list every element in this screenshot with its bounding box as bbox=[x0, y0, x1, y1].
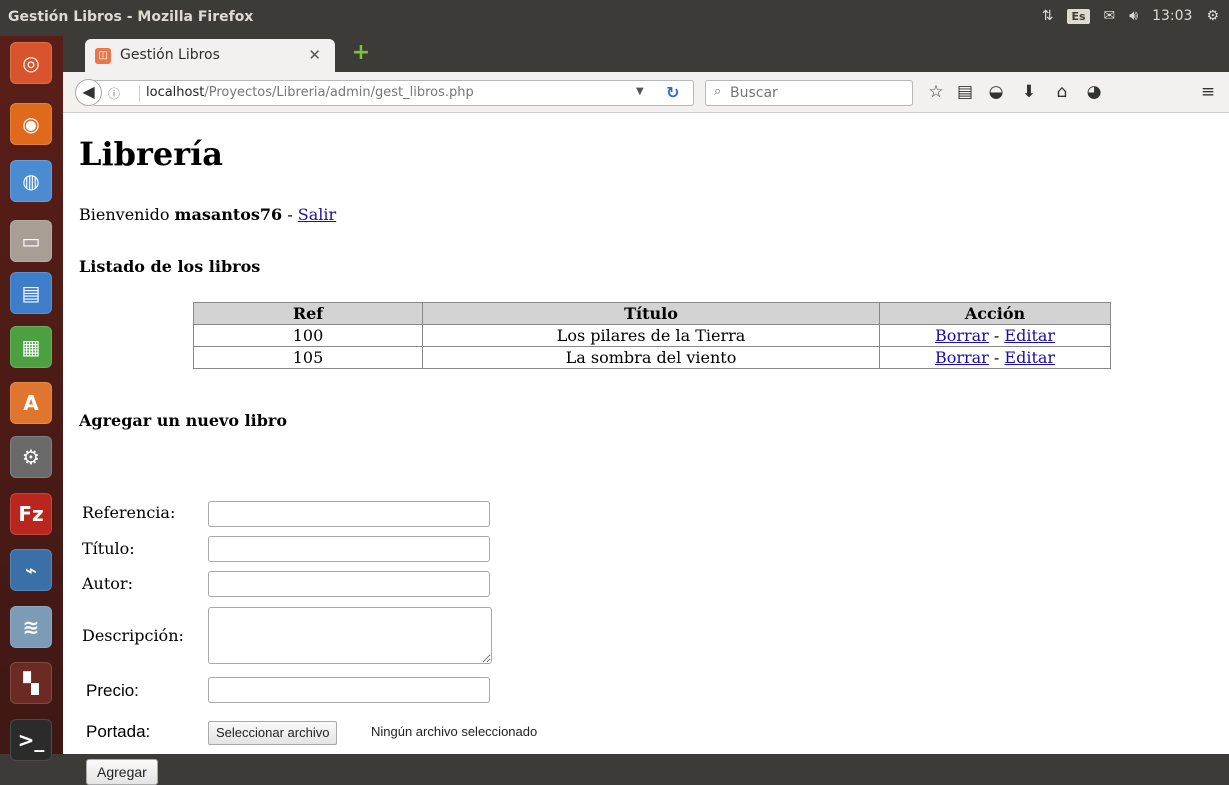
mail-icon[interactable]: ✉ bbox=[1104, 8, 1116, 24]
search-bar[interactable]: ⌕ bbox=[705, 80, 913, 106]
launcher: ◎ ◉ ◍ ▭ ▤ ▦ A ⚙ Fz ⌁ ≋ ▚ >_ bbox=[0, 36, 63, 761]
search-icon: ⌕ bbox=[714, 84, 722, 99]
delete-link[interactable]: Borrar bbox=[935, 326, 989, 345]
home-icon[interactable]: ⌂ bbox=[1050, 80, 1074, 104]
description-label: Descripción: bbox=[82, 626, 184, 645]
add-book-button[interactable]: Agregar bbox=[86, 759, 158, 785]
cell-actions: Borrar - Editar bbox=[879, 324, 1111, 347]
username: masantos76 bbox=[174, 205, 283, 224]
price-label: Precio: bbox=[86, 681, 139, 700]
table-header-row: Ref Título Acción bbox=[193, 302, 1111, 325]
url-text[interactable]: localhost/Proyectos/Libreria/admin/gest_… bbox=[146, 85, 474, 100]
reading-list-icon[interactable]: ▤ bbox=[953, 80, 977, 104]
menu-icon[interactable]: ≡ bbox=[1196, 80, 1220, 104]
choose-file-button[interactable]: Seleccionar archivo bbox=[208, 721, 338, 745]
header-title: Título bbox=[422, 302, 880, 325]
navigation-bar: ⓘ localhost/Proyectos/Libreria/admin/ges… bbox=[63, 72, 1229, 113]
welcome-text: Bienvenido bbox=[79, 205, 170, 224]
back-arrow-icon: ◀ bbox=[82, 82, 95, 101]
edit-link[interactable]: Editar bbox=[1004, 326, 1055, 345]
cover-label: Portada: bbox=[86, 722, 151, 741]
terminal-icon[interactable]: >_ bbox=[10, 719, 52, 761]
bookmark-star-icon[interactable]: ☆ bbox=[924, 80, 948, 104]
page-favicon-icon: ◫ bbox=[95, 48, 111, 64]
chat-icon[interactable]: ◕ bbox=[1082, 80, 1106, 104]
close-tab-icon[interactable]: ✕ bbox=[308, 46, 321, 64]
url-path: /Proyectos/Libreria/admin/gest_libros.ph… bbox=[204, 85, 474, 100]
cell-title: La sombra del viento bbox=[422, 346, 880, 369]
chromium-icon[interactable]: ◍ bbox=[10, 160, 52, 202]
delete-link[interactable]: Borrar bbox=[935, 348, 989, 367]
clock[interactable]: 13:03 bbox=[1152, 8, 1192, 24]
url-separator bbox=[139, 85, 140, 102]
action-separator: - bbox=[993, 348, 1000, 367]
table-row: 105 La sombra del viento Borrar - Editar bbox=[193, 346, 1111, 369]
books-table: Ref Título Acción 100 Los pilares de la … bbox=[193, 302, 1111, 369]
tab-bar: ◫ Gestión Libros ✕ + bbox=[63, 36, 1229, 72]
top-panel: Gestión Libros - Mozilla Firefox ⇅ Es ✉ … bbox=[0, 0, 1229, 36]
new-tab-icon[interactable]: + bbox=[351, 42, 371, 64]
header-action: Acción bbox=[879, 302, 1111, 325]
tab-gestion-libros[interactable]: ◫ Gestión Libros ✕ bbox=[85, 39, 335, 72]
tab-title: Gestión Libros bbox=[120, 47, 220, 63]
search-input[interactable] bbox=[730, 84, 906, 102]
page-title: Librería bbox=[79, 135, 223, 173]
welcome-line: Bienvenido masantos76 - Salir bbox=[79, 205, 336, 224]
window-title: Gestión Libros - Mozilla Firefox bbox=[8, 9, 254, 25]
cell-actions: Borrar - Editar bbox=[879, 346, 1111, 369]
pocket-icon[interactable]: ◒ bbox=[984, 80, 1008, 104]
url-bar[interactable]: ⓘ localhost/Proyectos/Libreria/admin/ges… bbox=[94, 80, 694, 106]
back-button[interactable]: ◀ bbox=[75, 79, 102, 106]
cell-title: Los pilares de la Tierra bbox=[422, 324, 880, 347]
list-heading: Listado de los libros bbox=[79, 257, 261, 276]
cell-ref: 100 bbox=[193, 324, 423, 347]
indicator-area: ⇅ Es ✉ 🔊︎ 13:03 ⚙ bbox=[1042, 8, 1219, 24]
filezilla-icon[interactable]: Fz bbox=[10, 493, 52, 535]
mysql-workbench-icon[interactable]: ≋ bbox=[10, 606, 52, 648]
header-ref: Ref bbox=[193, 302, 423, 325]
page-content: Librería Bienvenido masantos76 - Salir L… bbox=[63, 114, 1229, 785]
keyboard-layout-indicator[interactable]: Es bbox=[1067, 8, 1090, 24]
browser-window: ◫ Gestión Libros ✕ + ⓘ localhost/Proyect… bbox=[63, 36, 1229, 785]
edit-link[interactable]: Editar bbox=[1004, 348, 1055, 367]
action-separator: - bbox=[993, 326, 1000, 345]
writer-icon[interactable]: ▤ bbox=[10, 272, 52, 314]
downloads-icon[interactable]: ⬇ bbox=[1017, 80, 1041, 104]
title-input[interactable] bbox=[208, 536, 490, 562]
table-row: 100 Los pilares de la Tierra Borrar - Ed… bbox=[193, 324, 1111, 347]
url-dropdown-icon[interactable]: ▼ bbox=[636, 86, 644, 97]
ref-label: Referencia: bbox=[82, 503, 176, 522]
price-input[interactable] bbox=[208, 677, 490, 703]
firefox-icon[interactable]: ◉ bbox=[10, 103, 52, 145]
files-icon[interactable]: ▭ bbox=[10, 220, 52, 262]
volume-icon[interactable]: 🔊︎ bbox=[1129, 8, 1138, 24]
system-gear-icon[interactable]: ⚙ bbox=[1206, 8, 1219, 24]
description-textarea[interactable] bbox=[208, 607, 492, 664]
ubuntu-dash-icon[interactable]: ◎ bbox=[10, 42, 52, 84]
system-monitor-icon[interactable]: ⌁ bbox=[10, 549, 52, 591]
welcome-separator: - bbox=[287, 205, 293, 224]
url-host: localhost bbox=[146, 85, 205, 100]
workspace-switcher-icon[interactable]: ▚ bbox=[10, 662, 52, 704]
author-label: Autor: bbox=[82, 574, 133, 593]
logout-link[interactable]: Salir bbox=[298, 205, 336, 224]
calc-icon[interactable]: ▦ bbox=[10, 326, 52, 368]
author-input[interactable] bbox=[208, 571, 490, 597]
reload-icon[interactable]: ↻ bbox=[666, 83, 679, 102]
cell-ref: 105 bbox=[193, 346, 423, 369]
software-center-icon[interactable]: A bbox=[10, 382, 52, 424]
site-info-icon[interactable]: ⓘ bbox=[108, 85, 120, 102]
title-label: Título: bbox=[82, 539, 135, 558]
network-icon[interactable]: ⇅ bbox=[1042, 8, 1054, 24]
file-status-text: Ningún archivo seleccionado bbox=[371, 724, 538, 739]
settings-icon[interactable]: ⚙ bbox=[10, 436, 52, 478]
add-book-heading: Agregar un nuevo libro bbox=[79, 411, 288, 430]
ref-input[interactable] bbox=[208, 501, 490, 527]
